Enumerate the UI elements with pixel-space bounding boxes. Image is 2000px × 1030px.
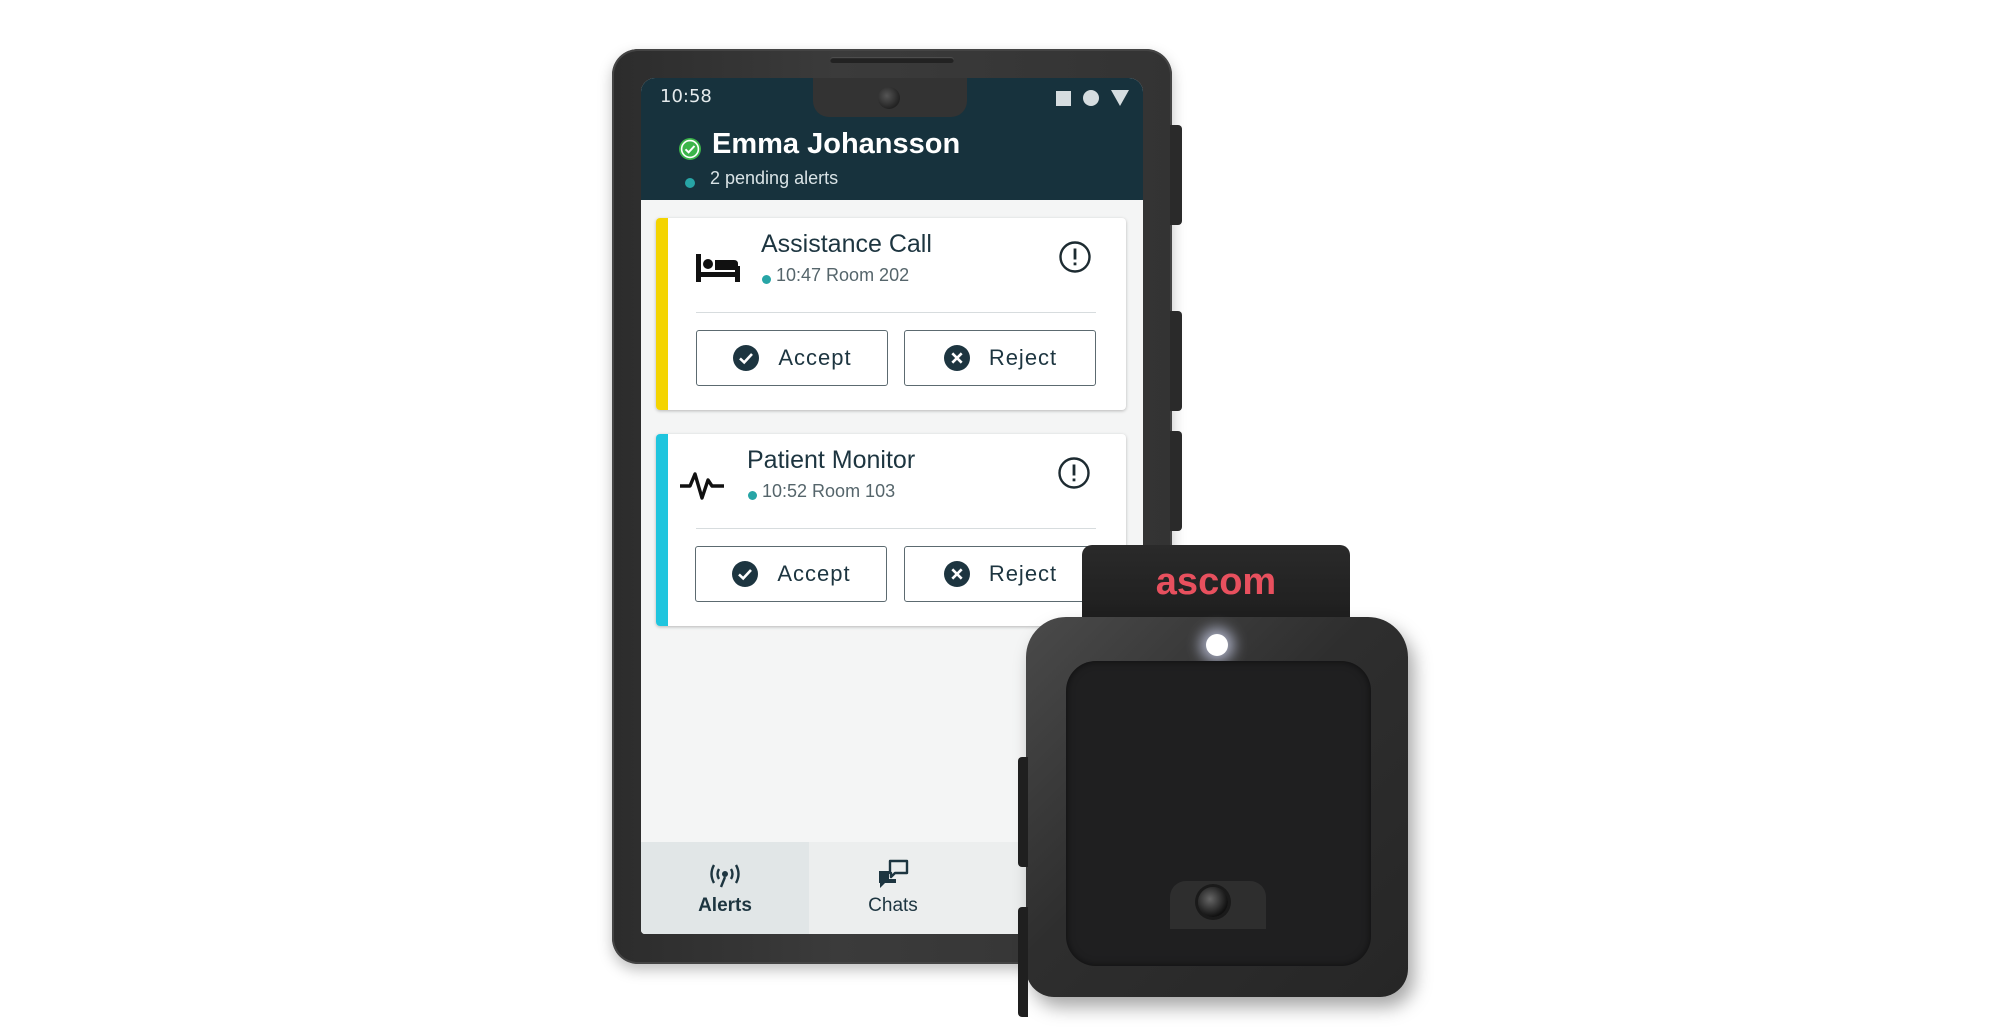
heartbeat-icon: [680, 472, 724, 500]
card-divider: [696, 312, 1096, 313]
app-header: Emma Johansson 2 pending alerts: [641, 122, 1143, 200]
circle-icon: [1083, 90, 1099, 106]
nav-tab-alerts[interactable]: Alerts: [641, 842, 809, 934]
nav-tab-chats[interactable]: Chats: [809, 842, 977, 934]
check-circle-icon: [733, 345, 760, 371]
bed-icon: [696, 254, 740, 282]
accept-label: Accept: [777, 561, 851, 586]
side-button: [1170, 431, 1182, 531]
x-circle-icon: [943, 561, 970, 587]
front-camera-icon: [878, 87, 900, 109]
accept-button[interactable]: Accept: [695, 546, 887, 602]
side-button: [1170, 311, 1182, 411]
speaker-slot: [830, 57, 954, 63]
alert-card-assistance-call[interactable]: Assistance Call 10:47 Room 202 Accept Re…: [656, 218, 1126, 410]
alert-meta: 10:47 Room 202: [776, 265, 910, 285]
accept-label: Accept: [778, 345, 852, 370]
meta-dot: [748, 491, 757, 500]
status-bar: 10:58: [641, 78, 1143, 122]
system-icons: [1056, 90, 1129, 106]
reject-button[interactable]: Reject: [904, 330, 1096, 386]
badge-body: [1018, 617, 1408, 1017]
camera-lens-icon: [1198, 887, 1228, 917]
badge-side-button: [1018, 907, 1028, 1017]
side-button: [1170, 125, 1182, 225]
signal-triangle-icon: [1111, 90, 1129, 106]
pending-dot: [685, 178, 695, 188]
priority-stripe: [656, 218, 668, 410]
check-circle-icon: [732, 561, 759, 587]
card-divider: [696, 528, 1096, 529]
nav-label-chats: Chats: [868, 895, 918, 916]
product-scene: 10:58 Emma Johansson 2 pending alerts As…: [0, 0, 2000, 1030]
nav-label-alerts: Alerts: [698, 895, 752, 916]
alert-title: Patient Monitor: [747, 446, 916, 474]
accept-button[interactable]: Accept: [696, 330, 888, 386]
available-check-icon: [679, 138, 701, 160]
priority-stripe: [656, 434, 668, 626]
reject-label: Reject: [988, 345, 1058, 370]
camera-notch: [813, 78, 967, 117]
x-circle-icon: [943, 345, 970, 371]
ascom-badge-device: ascom: [1018, 545, 1446, 1017]
alert-title: Assistance Call: [761, 230, 932, 258]
broadcast-alerts-icon: [710, 864, 740, 888]
stop-square-icon: [1056, 90, 1071, 106]
meta-dot: [762, 275, 771, 284]
brand-logo: ascom: [1155, 561, 1277, 603]
exclamation-circle-icon[interactable]: [1057, 456, 1091, 490]
exclamation-circle-icon[interactable]: [1058, 240, 1092, 274]
pending-alerts-count: 2 pending alerts: [710, 168, 839, 188]
alert-meta: 10:52 Room 103: [762, 481, 896, 501]
status-time: 10:58: [660, 86, 712, 107]
user-name: Emma Johansson: [712, 128, 961, 160]
badge-side-button: [1018, 757, 1028, 867]
chat-bubbles-icon: [879, 859, 909, 888]
led-light-icon: [1206, 634, 1228, 656]
